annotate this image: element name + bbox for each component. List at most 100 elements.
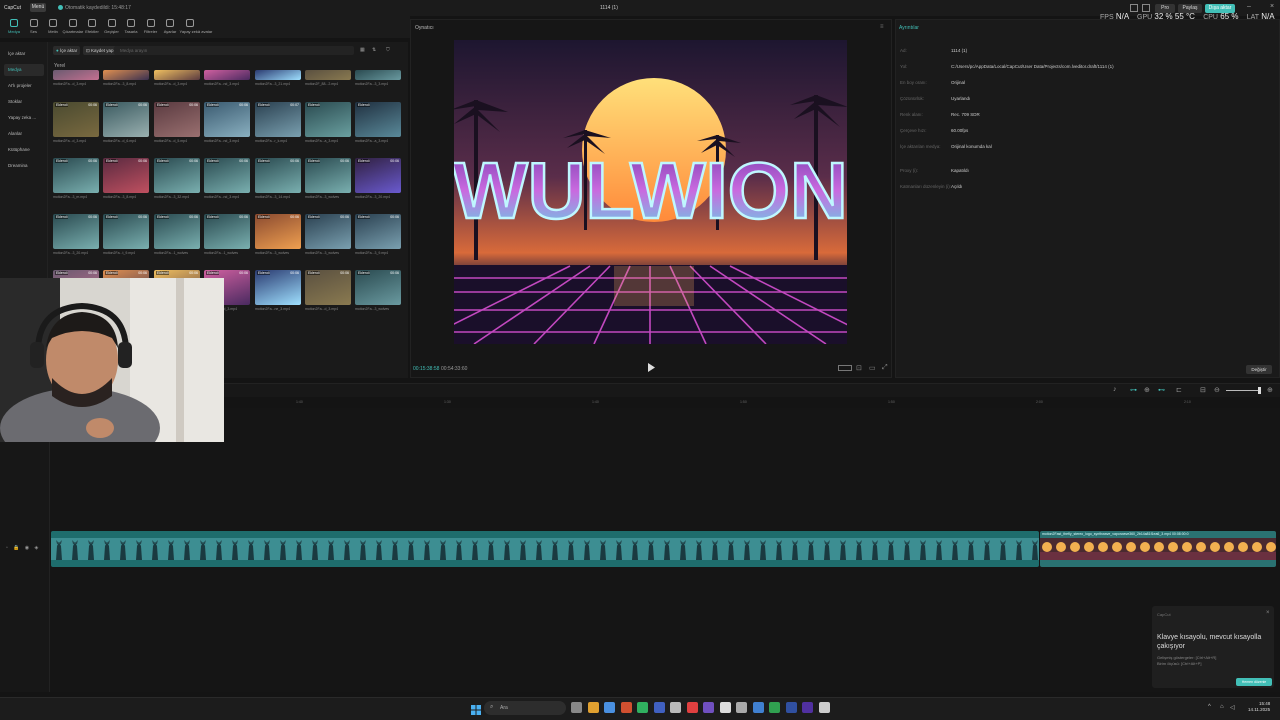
zoom-out-icon[interactable]: ⊖ [1214,386,1220,394]
shortcut-icon[interactable] [1142,4,1150,12]
photoshop-icon[interactable] [769,702,780,713]
tool-2[interactable]: Metin [43,19,63,34]
tool-0[interactable]: Medya [4,19,24,34]
excel-icon[interactable] [752,702,764,713]
tool-1[interactable]: Ses [24,19,44,34]
media-thumbnail[interactable]: Eklendi 00:06 [53,214,99,249]
media-thumbnail[interactable] [355,70,401,80]
firefox-icon[interactable] [620,702,632,713]
media-thumbnail[interactable]: Eklendi 00:06 [204,102,250,137]
preview-axis-icon[interactable]: ⊷ [1158,386,1165,394]
media-thumbnail[interactable]: Eklendi 00:06 [103,158,149,193]
media-thumbnail[interactable]: Eklendi [355,102,401,137]
video-clip-synthwave[interactable]: motion2Fast_thefly_stereo_logo_synthwave… [1040,531,1276,567]
toast-close-icon[interactable]: × [1266,610,1270,616]
zoom-slider-thumb[interactable] [1258,387,1261,394]
fit-icon[interactable]: ⊟ [1200,386,1206,394]
taskbar-search[interactable]: Ara [484,701,566,715]
media-thumbnail[interactable]: Eklendi 00:07 [255,102,301,137]
close-icon[interactable]: × [1270,3,1274,10]
media-thumbnail[interactable]: Eklendi 00:06 [305,158,351,193]
media-thumbnail[interactable] [103,70,149,80]
sidebar-item-0[interactable]: İçe aktar [4,48,44,60]
media-thumbnail[interactable]: Eklendi 00:06 [204,158,250,193]
media-thumbnail[interactable]: Eklendi 00:06 [154,158,200,193]
record-button[interactable]: ⊡ Kaydet yap [83,46,117,55]
media-thumbnail[interactable] [154,70,200,80]
toast-action-button[interactable]: Hemen düzenle [1236,678,1272,686]
menu-button[interactable]: Menü [30,3,46,12]
sidebar-item-4[interactable]: Yapay zeka ... [4,112,44,124]
sidebar-item-7[interactable]: Dreamina [4,160,44,172]
mic-icon[interactable]: ♪ [1113,386,1117,393]
player-menu-icon[interactable]: ≡ [880,24,884,30]
tool-8[interactable]: Ayarlar [160,19,180,34]
sidebar-item-6[interactable]: Kütüphane [4,144,44,156]
sidebar-item-1[interactable]: Medya [4,64,44,76]
media-thumbnail[interactable]: Eklendi 00:06 [103,214,149,249]
media-thumbnail[interactable]: Eklendi 00:06 [154,102,200,137]
media-thumbnail[interactable] [204,70,250,80]
layout-icon[interactable] [1130,4,1138,12]
sidebar-item-3[interactable]: Stoklar [4,96,44,108]
media-thumbnail[interactable]: Eklendi 00:06 [255,270,301,305]
tool-6[interactable]: Tasarla [121,19,141,34]
tray-chevron-icon[interactable]: ^ [1208,704,1211,710]
media-thumbnail[interactable]: Eklendi 00:06 [255,214,301,249]
media-thumbnail[interactable]: Eklendi 00:06 [305,270,351,305]
media-thumbnail[interactable] [53,70,99,80]
sidebar-item-5[interactable]: Alanlar [4,128,44,140]
media-thumbnail[interactable]: Eklendi 00:06 [204,214,250,249]
file-explorer-icon[interactable] [587,702,599,713]
start-icon[interactable] [471,702,481,715]
media-thumbnail[interactable] [305,70,351,80]
link-icon[interactable]: ⊶ [1130,386,1137,394]
quality-icon[interactable]: ▭ [869,364,876,372]
snap-icon[interactable]: ⊕ [1144,386,1150,394]
media-thumbnail[interactable]: Eklendi 00:06 [53,102,99,137]
volume-icon[interactable]: ◁ [1230,704,1235,711]
sidebar-item-2[interactable]: AI'lı projeler [4,80,44,92]
tool-5[interactable]: Geçişler [102,19,122,34]
zoom-in-icon[interactable]: ⊕ [1267,386,1273,394]
tool-7[interactable]: Filtreler [141,19,161,34]
media-search-input[interactable]: Medya arayın [114,46,354,55]
video-clip-wolves[interactable] [51,531,1039,567]
play-icon[interactable] [647,363,655,372]
tool-4[interactable]: Efektler [82,19,102,34]
whatsapp-icon[interactable] [637,702,648,713]
timeline-options-icon[interactable]: ⊏ [1176,386,1182,394]
view-toggle-icon[interactable]: ▦ [360,47,365,53]
premiere-icon[interactable] [785,702,797,713]
track-controls[interactable]: ▫ 🔒 ◉ ◈ [6,545,40,551]
media-thumbnail[interactable]: Eklendi 00:06 [305,214,351,249]
video-preview[interactable]: WULWION [454,40,847,344]
media-thumbnail[interactable]: Eklendi 00:06 [355,158,401,193]
opera-icon[interactable] [686,702,698,713]
network-icon[interactable]: ⌂ [1220,704,1224,710]
media-thumbnail[interactable]: Eklendi 00:06 [154,214,200,249]
edit-details-button[interactable]: Değiştir [1246,365,1272,374]
filter-icon[interactable]: ⛉ [386,47,390,53]
media-thumbnail[interactable]: Eklendi [305,102,351,137]
timeline-ruler[interactable]: 1:40 1:30 1:40 1:50 1:50 2:00 2:10 [50,398,1280,408]
media-thumbnail[interactable]: Eklendi 00:06 [255,158,301,193]
teams-icon[interactable] [703,702,714,713]
minimize-icon[interactable]: – [1247,3,1251,10]
task-view-icon[interactable] [571,702,582,713]
vscode-icon[interactable] [653,702,665,713]
media-thumbnail[interactable]: Eklendi 00:06 [355,270,401,305]
zoom-icon[interactable]: ⊡ [856,364,862,372]
fullscreen-icon[interactable]: ⤢ [882,364,888,372]
tool-3[interactable]: Çıkartmalar [63,19,83,34]
zoom-slider[interactable] [1226,390,1260,391]
notepad-icon[interactable] [736,702,747,713]
media-thumbnail[interactable]: Eklendi 00:06 [355,214,401,249]
word-icon[interactable] [719,702,731,713]
capcut-icon[interactable] [802,702,813,713]
tool-9[interactable]: Yapay zekâ avatar [180,19,212,34]
media-thumbnail[interactable] [255,70,301,80]
store-icon[interactable] [818,702,830,713]
media-thumbnail[interactable]: Eklendi 00:06 [103,102,149,137]
chrome-icon[interactable] [604,702,615,713]
